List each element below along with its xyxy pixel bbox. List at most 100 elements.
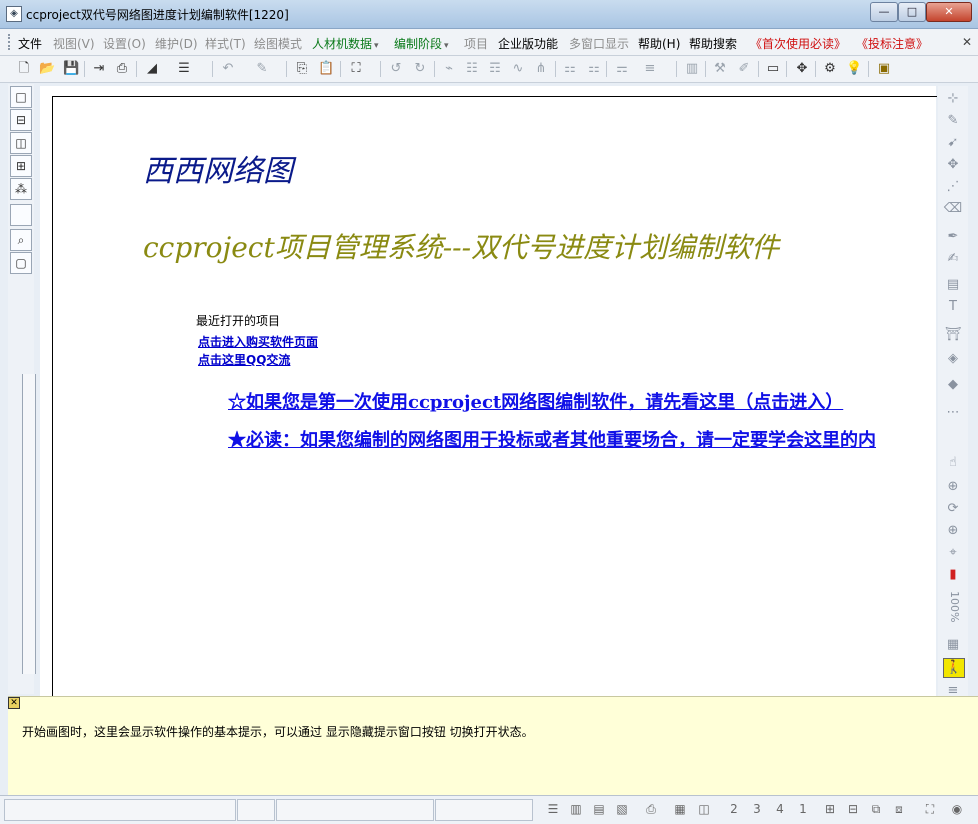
network-icon[interactable]: ⚏ (562, 61, 578, 77)
menu-resources[interactable]: 人材机数据 ▾ (312, 35, 379, 52)
tag-icon[interactable]: ◆ (943, 376, 963, 394)
minimize-button[interactable]: — (870, 2, 898, 22)
maximize-button[interactable]: □ (898, 2, 926, 22)
menu-file[interactable]: 文件 (18, 35, 42, 52)
hand-icon[interactable]: ☝ (943, 454, 963, 472)
edit-icon[interactable]: ✐ (736, 61, 752, 77)
menu-view[interactable]: 视图(V) (53, 35, 95, 52)
undo-arrow-icon[interactable]: ↺ (388, 61, 404, 77)
ruler-icon[interactable]: ▮ (943, 566, 963, 584)
drawing-canvas[interactable]: 西西网络图 ccproject项目管理系统---双代号进度计划编制软件 最近打开… (40, 86, 937, 697)
copy-icon[interactable]: ⎘ (294, 61, 310, 77)
menu-maintain[interactable]: 维护(D) (155, 35, 198, 52)
indent-icon[interactable]: ☰ (176, 61, 192, 77)
menu-settings[interactable]: 设置(O) (103, 35, 146, 52)
text-tool-icon[interactable]: T (943, 298, 963, 316)
export-icon[interactable]: ⇥ (91, 61, 107, 77)
close-button[interactable]: ✕ (926, 2, 972, 22)
folder-lock-icon[interactable]: ▣ (876, 61, 892, 77)
align-icon[interactable]: ☷ (464, 61, 480, 77)
connect-icon[interactable]: ⋰ (943, 178, 963, 196)
add-node-icon[interactable]: ⊹ (943, 90, 963, 108)
move-icon[interactable]: ✥ (794, 61, 810, 77)
menu-project[interactable]: 项目 (464, 35, 488, 52)
one-col-icon[interactable]: 1 (795, 801, 811, 817)
chart-tool-icon[interactable]: ▤ (943, 276, 963, 294)
menu-stage[interactable]: 编制阶段 ▾ (394, 35, 449, 52)
dots-icon[interactable]: ⋯ (943, 404, 963, 422)
link-icon[interactable]: ⌁ (441, 61, 457, 77)
resource-icon[interactable]: ⚒ (712, 61, 728, 77)
calendar-icon[interactable]: ▦ (672, 801, 688, 817)
redo-arrow-icon[interactable]: ↻ (412, 61, 428, 77)
split-icon[interactable]: ⊞ (822, 801, 838, 817)
qq-contact-link[interactable]: 点击这里QQ交流 (198, 351, 290, 368)
layout-icon[interactable]: ◫ (696, 801, 712, 817)
zoom-in-icon[interactable]: ⊕ (943, 478, 963, 496)
view2-icon[interactable]: ▥ (568, 801, 584, 817)
calendar-grid-icon[interactable]: ▦ (943, 636, 963, 654)
open-folder-icon[interactable]: 📂 (39, 61, 55, 77)
find-icon[interactable]: ⛶ (348, 61, 364, 77)
menu-close-icon[interactable]: ✕ (962, 35, 972, 49)
save-icon[interactable]: 💾 (63, 61, 79, 77)
grid-view-icon[interactable]: ⊞ (10, 155, 32, 177)
network2-icon[interactable]: ⚏ (586, 61, 602, 77)
fit-icon[interactable]: ⛶ (922, 801, 938, 817)
must-read-link[interactable]: ★必读：如果您编制的网络图用于投标或者其他重要场合，请一定要学会这里的内 (228, 426, 936, 452)
view1-icon[interactable]: ☰ (545, 801, 561, 817)
arrange2-icon[interactable]: ⧉ (868, 801, 884, 817)
menu-enterprise[interactable]: 企业版功能 (498, 35, 558, 52)
three-col-icon[interactable]: 3 (749, 801, 765, 817)
target-icon[interactable]: ◉ (949, 801, 965, 817)
bulb-icon[interactable]: 💡 (846, 61, 862, 77)
gear-icon[interactable]: ⚙ (822, 61, 838, 77)
crosshair-icon[interactable]: ⊕ (943, 522, 963, 540)
eraser-icon[interactable]: ⌫ (943, 200, 963, 218)
stack-icon[interactable]: ⛩ (943, 326, 963, 344)
move-icon[interactable]: ✥ (943, 156, 963, 174)
view4-icon[interactable]: ▧ (614, 801, 630, 817)
single-view-icon[interactable]: □ (10, 86, 32, 108)
split-vertical-icon[interactable]: ◫ (10, 132, 32, 154)
refresh-icon[interactable]: ⟳ (943, 500, 963, 518)
menu-multi-window[interactable]: 多窗口显示 (569, 35, 629, 52)
line-chart-icon[interactable]: ∿ (510, 61, 526, 77)
two-col-icon[interactable]: 2 (726, 801, 742, 817)
menu-bid-notice[interactable]: 《投标注意》 (856, 35, 928, 52)
buy-software-link[interactable]: 点击进入购买软件页面 (198, 333, 318, 350)
hint-close-icon[interactable]: ✕ (8, 697, 20, 709)
four-col-icon[interactable]: 4 (772, 801, 788, 817)
line-style-icon[interactable]: ◢ (144, 61, 160, 77)
pen-icon[interactable]: ✒ (943, 228, 963, 246)
walk-icon[interactable]: 🚶 (943, 658, 965, 678)
print-icon[interactable]: ⎙ (643, 801, 659, 817)
pointer-icon[interactable]: ➹ (943, 134, 963, 152)
zoom-icon[interactable]: ⌕ (10, 229, 32, 251)
undo-icon[interactable]: ↶ (220, 61, 236, 77)
node-edit-icon[interactable]: ✎ (943, 112, 963, 130)
tree-icon[interactable]: ⋔ (533, 61, 549, 77)
menu-help[interactable]: 帮助(H) (638, 35, 680, 52)
blank-tool-icon[interactable] (10, 204, 32, 226)
network-view-icon[interactable]: ⁂ (10, 178, 32, 200)
zoom-fit-icon[interactable]: ⌖ (943, 544, 963, 562)
brush-icon[interactable]: ✍ (943, 250, 963, 268)
view3-icon[interactable]: ▤ (591, 801, 607, 817)
branch-icon[interactable]: ⚎ (614, 61, 630, 77)
menu-first-use[interactable]: 《首次使用必读》 (750, 35, 846, 52)
vertical-ruler[interactable] (22, 374, 36, 674)
new-file-icon[interactable]: 🗋 (16, 61, 32, 77)
arrange-icon[interactable]: ⊟ (845, 801, 861, 817)
split-horizontal-icon[interactable]: ⊟ (10, 109, 32, 131)
window-icon[interactable]: ▭ (765, 61, 781, 77)
menu-style[interactable]: 样式(T) (205, 35, 246, 52)
paste-icon[interactable]: 📋 (318, 61, 334, 77)
bars-icon[interactable]: ▥ (684, 61, 700, 77)
print-preview-icon[interactable]: ⎙ (114, 61, 130, 77)
format-icon[interactable]: ≡ (642, 61, 658, 77)
first-use-link[interactable]: ☆如果您是第一次使用ccproject网络图编制软件，请先看这里（点击进入） (228, 388, 843, 414)
layer-icon[interactable]: ◈ (943, 350, 963, 368)
menu-draw-mode[interactable]: 绘图模式 (254, 35, 302, 52)
frame-icon[interactable]: ▢ (10, 252, 32, 274)
